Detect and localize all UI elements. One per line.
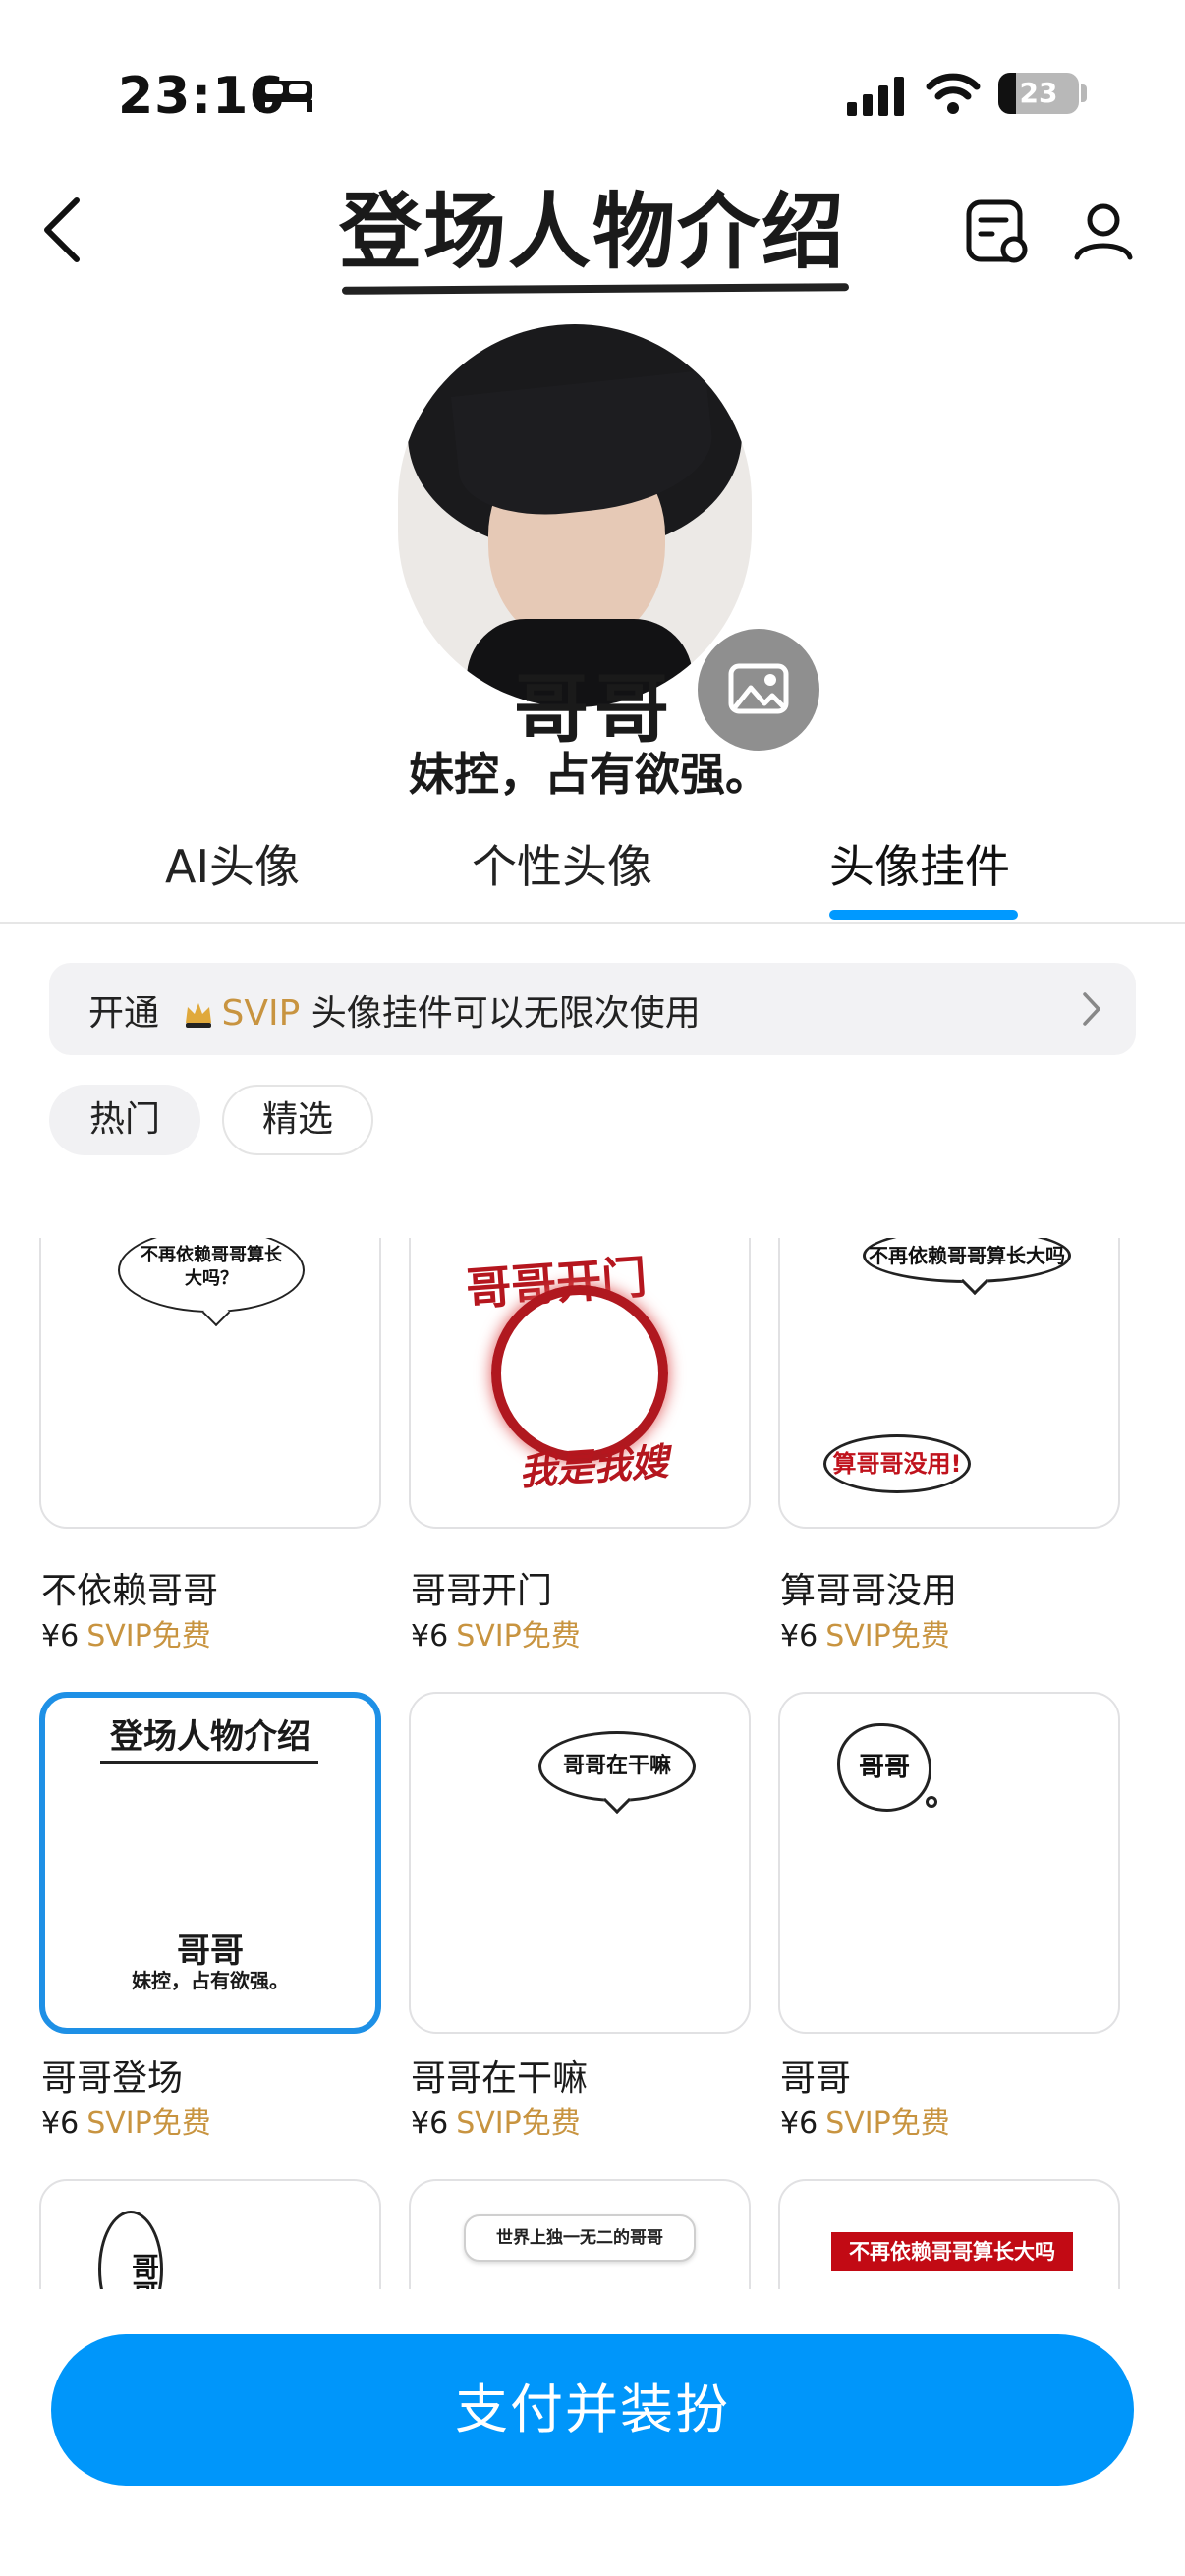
- filter-hot[interactable]: 热门: [49, 1085, 200, 1155]
- frame-card[interactable]: 不再依赖哥哥算长大吗？: [39, 1238, 381, 1529]
- frame-card-selected[interactable]: 登场人物介绍 哥哥 妹控，占有欲强。: [39, 1692, 381, 2034]
- price-value: ¥6: [41, 2106, 80, 2141]
- item-name: 哥哥开门: [411, 1571, 553, 1611]
- frame-card[interactable]: 世界上独一无二的哥哥: [409, 2179, 751, 2289]
- battery-percent: 23: [1019, 77, 1058, 109]
- price-value: ¥6: [780, 2106, 818, 2141]
- svip-free-label: SVIP免费: [456, 1619, 581, 1653]
- frame-art-sub: 妹控，占有欲强。: [132, 1969, 289, 1992]
- item-price: ¥6 SVIP免费: [411, 1611, 581, 1654]
- crown-icon: [186, 1003, 212, 1028]
- page-title: 登场人物介绍: [324, 183, 861, 301]
- item-name: 哥哥: [780, 2058, 852, 2099]
- back-icon[interactable]: [35, 195, 94, 265]
- page-title-text: 登场人物介绍: [338, 183, 846, 280]
- frame-card[interactable]: 哥哥开门 我是我嫂: [409, 1238, 751, 1529]
- item-price: ¥6 SVIP免费: [411, 2099, 581, 2142]
- tab-avatar-frame[interactable]: 头像挂件: [829, 831, 1010, 896]
- svip-free-label: SVIP免费: [825, 2106, 950, 2141]
- svip-free-label: SVIP免费: [825, 1619, 950, 1653]
- sleep-mode-icon: [259, 81, 312, 112]
- frame-card[interactable]: 哥哥: [39, 2179, 381, 2289]
- title-underline: [341, 283, 850, 295]
- frame-card[interactable]: 不再依赖哥哥算长大吗: [778, 2179, 1120, 2289]
- item-price: ¥6 SVIP免费: [41, 1611, 211, 1654]
- promo-svip: SVIP: [221, 993, 301, 1034]
- item-name: 哥哥在干嘛: [411, 2058, 589, 2099]
- status-bar: 23:16 23: [0, 0, 1185, 167]
- frame-grid: 不再依赖哥哥算长大吗？ 哥哥开门 我是我嫂 不再依赖哥哥算长大吗 算哥哥没用! …: [0, 1238, 1185, 2289]
- svip-free-label: SVIP免费: [86, 1619, 211, 1653]
- svip-promo-banner[interactable]: 开通 SVIP 头像挂件可以无限次使用: [49, 963, 1136, 1055]
- item-price: ¥6 SVIP免费: [41, 2099, 211, 2142]
- profile-icon[interactable]: [1069, 196, 1138, 265]
- frame-art-bubble: 哥哥: [98, 2211, 163, 2289]
- promo-suffix: 头像挂件可以无限次使用: [310, 993, 701, 1034]
- price-value: ¥6: [411, 2106, 449, 2141]
- item-price: ¥6 SVIP免费: [780, 2099, 950, 2142]
- price-value: ¥6: [411, 1619, 449, 1653]
- pay-and-equip-button[interactable]: 支付并装扮: [51, 2334, 1134, 2486]
- frame-card[interactable]: 哥哥在干嘛: [409, 1692, 751, 2034]
- tab-ai-avatar[interactable]: AI头像: [165, 831, 300, 896]
- change-photo-button[interactable]: [698, 629, 819, 751]
- battery-indicator: 23: [998, 73, 1079, 114]
- frame-art-bubble: 哥哥: [837, 1723, 931, 1812]
- divider: [0, 922, 1185, 924]
- price-value: ¥6: [780, 1619, 818, 1653]
- signal-icon: [847, 77, 904, 116]
- chevron-right-icon: [1083, 992, 1100, 1026]
- wifi-icon: [926, 73, 981, 114]
- filter-featured[interactable]: 精选: [222, 1085, 373, 1155]
- history-icon[interactable]: [963, 196, 1032, 265]
- frame-art-title: 登场人物介绍: [110, 1717, 310, 1757]
- item-name: 算哥哥没用: [780, 1571, 958, 1611]
- item-name: 不依赖哥哥: [41, 1571, 219, 1611]
- tab-indicator: [829, 910, 1018, 920]
- frame-card[interactable]: 哥哥: [778, 1692, 1120, 2034]
- item-price: ¥6 SVIP免费: [780, 1611, 950, 1654]
- price-value: ¥6: [41, 1619, 80, 1653]
- frame-art-bubble-bottom: 算哥哥没用!: [823, 1434, 971, 1493]
- image-icon: [728, 663, 789, 714]
- svip-free-label: SVIP免费: [456, 2106, 581, 2141]
- svip-free-label: SVIP免费: [86, 2106, 211, 2141]
- tab-custom-avatar[interactable]: 个性头像: [472, 831, 652, 896]
- promo-prefix: 开通: [88, 993, 160, 1034]
- item-name: 哥哥登场: [41, 2058, 184, 2099]
- frame-card[interactable]: 不再依赖哥哥算长大吗 算哥哥没用!: [778, 1238, 1120, 1529]
- frame-art-bubble: 世界上独一无二的哥哥: [464, 2214, 696, 2262]
- frame-art-bubble: 不再依赖哥哥算长大吗？: [118, 1238, 305, 1313]
- frame-art-banner: 不再依赖哥哥算长大吗: [831, 2232, 1073, 2271]
- frame-art-bottom: 我是我嫂: [517, 1438, 670, 1494]
